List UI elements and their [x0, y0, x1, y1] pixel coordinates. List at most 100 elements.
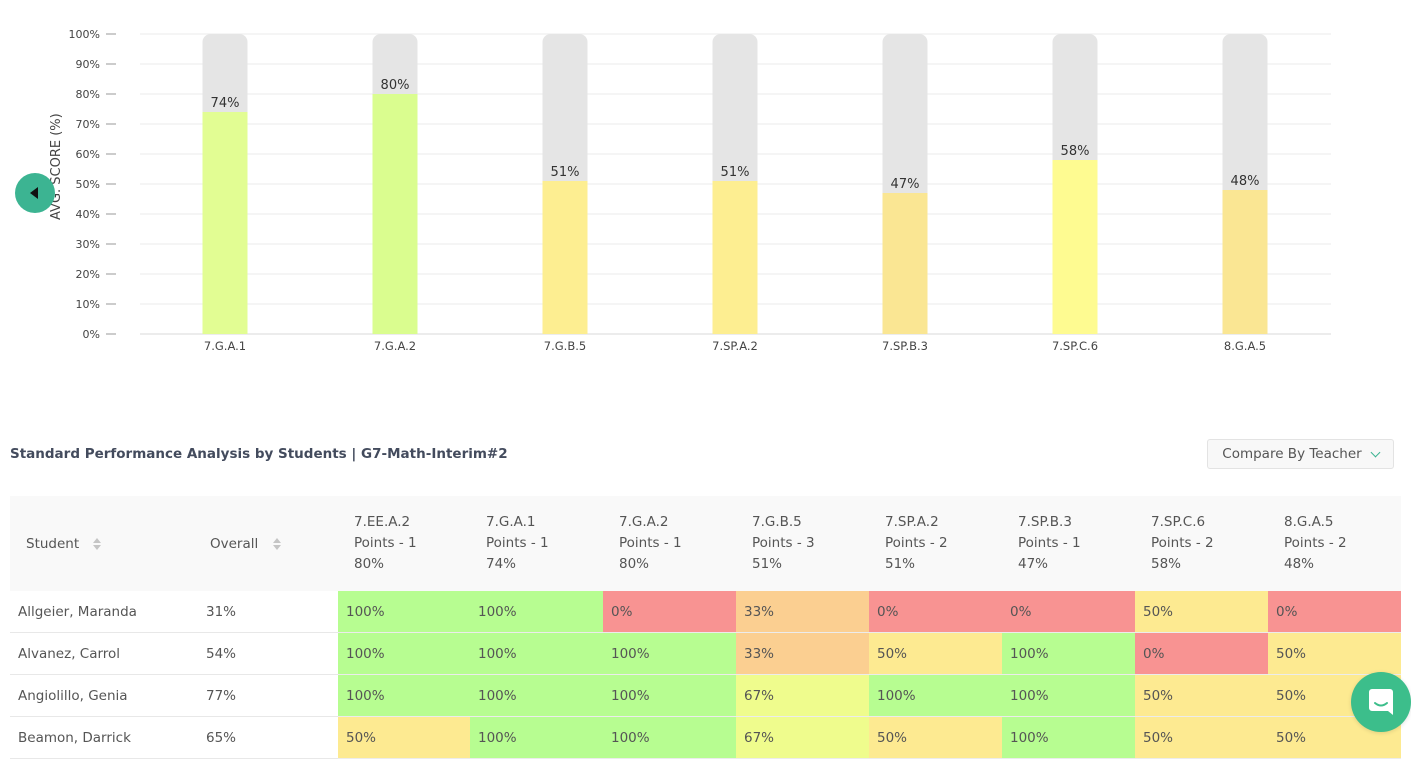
standard-score-cell: 50%: [869, 632, 1002, 675]
standard-score-cell: 50%: [1268, 632, 1401, 675]
table-row[interactable]: Allgeier, Maranda 31% 100% 100% 0% 33% 0% 0% 50%…: [10, 591, 1401, 633]
bar-value[interactable]: [542, 181, 588, 334]
standard-points: Points - 2: [1151, 535, 1214, 551]
column-header-standard[interactable]: 8.G.A.5 Points - 2 48%: [1268, 496, 1401, 591]
overall-score: 31%: [198, 591, 338, 633]
standard-score-cell: 100%: [338, 591, 470, 633]
standard-avg: 80%: [354, 556, 385, 572]
standard-score-cell: 50%: [1135, 591, 1268, 633]
standard-code: 7.EE.A.2: [354, 514, 411, 530]
y-tick-label: 60%: [76, 148, 100, 161]
standard-score-cell: 50%: [1135, 674, 1268, 717]
y-tick-label: 20%: [76, 268, 100, 281]
standard-score-cell: 0%: [1268, 591, 1401, 633]
bar-data-label: 80%: [381, 78, 410, 93]
standard-code: 7.G.A.2: [619, 514, 669, 530]
student-name: Alvanez, Carrol: [10, 632, 198, 675]
standard-points: Points - 3: [752, 535, 815, 551]
standard-points: Points - 1: [486, 535, 549, 551]
column-header-standard[interactable]: 7.SP.C.6 Points - 2 58%: [1135, 496, 1268, 591]
standard-avg: 58%: [1151, 556, 1182, 572]
standard-score-cell: 67%: [736, 674, 869, 717]
standard-code: 7.G.A.1: [486, 514, 536, 530]
column-header-student[interactable]: Student: [10, 496, 198, 591]
standard-score-cell: 100%: [338, 674, 470, 717]
standard-score-cell: 100%: [470, 632, 603, 675]
compare-by-label: Compare By Teacher: [1222, 446, 1362, 462]
standard-score-cell: 0%: [869, 591, 1002, 633]
standard-score-cell: 0%: [1135, 632, 1268, 675]
standard-header-text: 7.G.A.1 Points - 1 74%: [486, 512, 603, 575]
collapse-sidebar-button[interactable]: [15, 173, 55, 213]
table-header-row: Student Overall 7.EE.A.2 Points - 1 80% 7.G…: [10, 496, 1401, 591]
bar-group[interactable]: 58%: [1052, 34, 1098, 334]
y-axis-ticks: 0% 10% 20% 30% 40% 50% 60% 70% 80% 90% 100%: [69, 28, 116, 341]
overall-score: 54%: [198, 632, 338, 675]
bar-group[interactable]: 74%: [202, 34, 248, 334]
standard-score-cell: 100%: [338, 632, 470, 675]
sort-icon[interactable]: [93, 537, 102, 551]
bar-value[interactable]: [202, 112, 248, 334]
bar-value[interactable]: [372, 94, 418, 334]
column-header-standard[interactable]: 7.G.B.5 Points - 3 51%: [736, 496, 869, 591]
overall-score: 77%: [198, 674, 338, 717]
chevron-down-icon: [1370, 447, 1381, 457]
bar-value[interactable]: [1222, 190, 1268, 334]
column-header-overall[interactable]: Overall: [198, 496, 338, 591]
column-header-standard[interactable]: 7.G.A.2 Points - 1 80%: [603, 496, 736, 591]
bar-group[interactable]: 80%: [372, 34, 418, 334]
y-tick-label: 70%: [76, 118, 100, 131]
standard-header-text: 7.EE.A.2 Points - 1 80%: [354, 512, 470, 575]
standard-header-text: 7.G.A.2 Points - 1 80%: [619, 512, 736, 575]
section-title: Standard Performance Analysis by Student…: [10, 446, 508, 462]
avg-score-chart: 0% 10% 20% 30% 40% 50% 60% 70% 80% 90% 100% 74% 80%…: [0, 0, 1411, 380]
standard-score-cell: 100%: [603, 632, 736, 675]
standard-score-cell: 100%: [470, 591, 603, 633]
chat-bubble-icon: [1369, 689, 1393, 715]
standard-score-cell: 100%: [470, 674, 603, 717]
standard-points: Points - 2: [1284, 535, 1347, 551]
sort-icon[interactable]: [272, 537, 281, 551]
bar-group[interactable]: 47%: [882, 34, 928, 334]
chat-launcher-button[interactable]: [1351, 672, 1411, 732]
standard-header-text: 7.SP.A.2 Points - 2 51%: [885, 512, 1002, 575]
column-header-standard[interactable]: 7.EE.A.2 Points - 1 80%: [338, 496, 470, 591]
y-tick-label: 0%: [83, 328, 100, 341]
column-header-standard[interactable]: 7.G.A.1 Points - 1 74%: [470, 496, 603, 591]
standard-code: 7.SP.B.3: [1018, 514, 1072, 530]
standard-points: Points - 2: [885, 535, 948, 551]
column-header-label: Overall: [210, 535, 259, 552]
student-name: Allgeier, Maranda: [10, 591, 198, 633]
standard-score-cell: 100%: [1002, 716, 1135, 759]
compare-by-dropdown[interactable]: Compare By Teacher: [1207, 439, 1394, 469]
standard-score-cell: 100%: [1002, 632, 1135, 675]
table-row[interactable]: Angiolillo, Genia 77% 100% 100% 100% 67% 100% 1…: [10, 674, 1401, 717]
y-tick-label: 80%: [76, 88, 100, 101]
standard-score-cell: 50%: [338, 716, 470, 759]
standard-score-cell: 67%: [736, 716, 869, 759]
bar-value[interactable]: [712, 181, 758, 334]
table-row[interactable]: Beamon, Darrick 65% 50% 100% 100% 67% 50% 100% 5…: [10, 716, 1401, 759]
bar-data-label: 58%: [1061, 144, 1090, 159]
standard-score-cell: 33%: [736, 591, 869, 633]
bar-group[interactable]: 51%: [712, 34, 758, 334]
standard-score-cell: 33%: [736, 632, 869, 675]
bar-data-label: 47%: [891, 177, 920, 192]
y-tick-label: 50%: [76, 178, 100, 191]
student-name: Beamon, Darrick: [10, 716, 198, 759]
y-tick-label: 10%: [76, 298, 100, 311]
bar-group[interactable]: 48%: [1222, 34, 1268, 334]
standard-points: Points - 1: [354, 535, 417, 551]
x-tick-label: 7.SP.C.6: [1052, 339, 1098, 353]
y-tick-label: 90%: [76, 58, 100, 71]
standard-score-cell: 100%: [603, 674, 736, 717]
x-tick-label: 7.G.B.5: [544, 339, 586, 353]
table-row[interactable]: Alvanez, Carrol 54% 100% 100% 100% 33% 50% 100%…: [10, 632, 1401, 675]
standard-header-text: 8.G.A.5 Points - 2 48%: [1284, 512, 1401, 575]
standard-score-cell: 100%: [1002, 674, 1135, 717]
bar-group[interactable]: 51%: [542, 34, 588, 334]
column-header-standard[interactable]: 7.SP.A.2 Points - 2 51%: [869, 496, 1002, 591]
bar-value[interactable]: [1052, 160, 1098, 334]
column-header-standard[interactable]: 7.SP.B.3 Points - 1 47%: [1002, 496, 1135, 591]
bar-value[interactable]: [882, 193, 928, 334]
